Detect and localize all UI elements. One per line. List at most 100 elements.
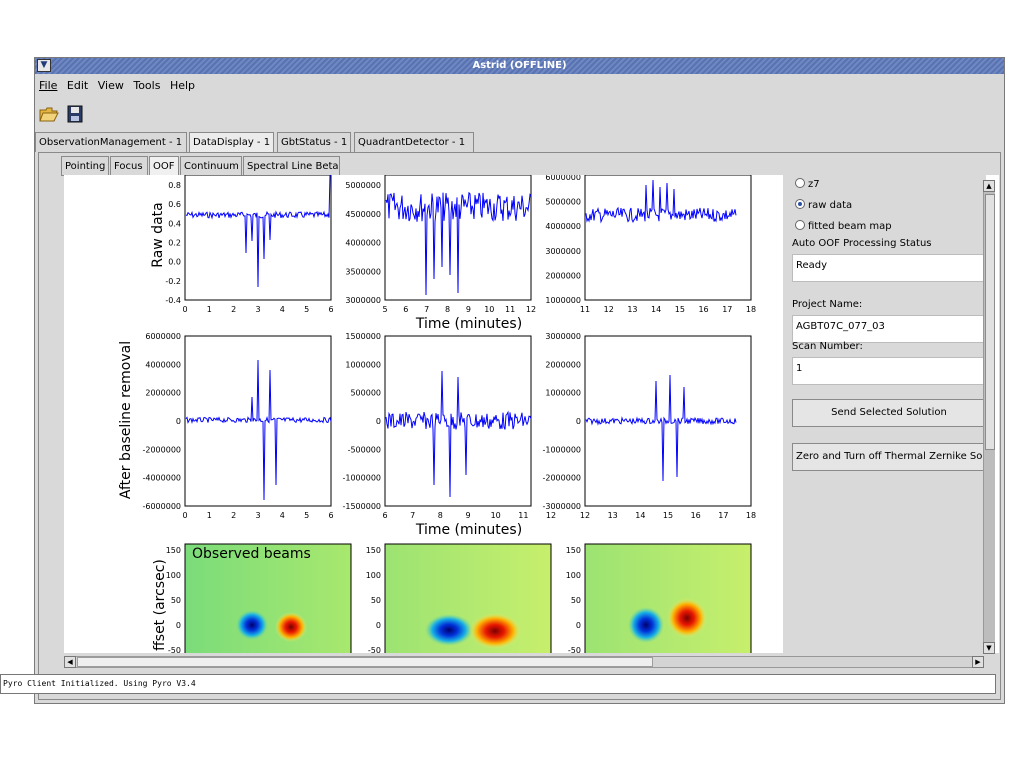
radio-dot[interactable]: [795, 220, 805, 230]
y-tick-label: 50: [571, 596, 581, 605]
y-tick-label: 100: [566, 571, 581, 580]
y-tick-label: 6000000: [545, 175, 581, 182]
y-tick-label: 0: [376, 417, 381, 426]
x-tick-label: 8: [445, 305, 450, 314]
radio-fitted-label: fitted beam map: [808, 221, 892, 232]
vertical-scroll-thumb[interactable]: [985, 194, 995, 450]
tab-pointing[interactable]: Pointing: [61, 156, 109, 176]
radio-dot-selected[interactable]: [795, 199, 805, 209]
y-tick-label: 5000000: [545, 198, 581, 207]
y-tick-label: -50: [368, 646, 381, 653]
radio-dot[interactable]: [795, 178, 805, 188]
send-selected-solution-button[interactable]: Send Selected Solution: [792, 399, 986, 427]
scroll-up-arrow[interactable]: ▲: [983, 180, 995, 192]
x-tick-label: 10: [484, 305, 494, 314]
x-tick-label: 0: [182, 305, 187, 314]
title-bar[interactable]: ▼ Astrid (OFFLINE): [35, 58, 1004, 74]
zero-thermal-zernike-button[interactable]: Zero and Turn off Thermal Zernike So: [792, 443, 986, 471]
x-tick-label: 9: [466, 305, 471, 314]
y-tick-label: -50: [568, 646, 581, 653]
y-tick-label: 3500000: [345, 267, 381, 276]
x-tick-label: 14: [635, 511, 645, 520]
y-tick-label: 50: [171, 596, 181, 605]
y-tick-label: 100: [366, 571, 381, 580]
y-tick-label: 2000000: [545, 360, 581, 369]
x-tick-label: 14: [651, 305, 661, 314]
raw-data-plot-3: [584, 175, 752, 301]
y-tick-label: 1500000: [345, 332, 381, 341]
x-tick-label: 6: [382, 511, 387, 520]
toolbar: [35, 98, 1004, 130]
radio-z7[interactable]: z7: [795, 178, 820, 192]
project-name-field[interactable]: AGBT07C_077_03: [792, 315, 986, 343]
y-tick-label: 1000000: [345, 360, 381, 369]
raw-data-axis-label: Raw data: [150, 202, 166, 267]
x-tick-label: 18: [746, 305, 756, 314]
y-tick-label: -4000000: [142, 474, 181, 483]
scroll-left-arrow[interactable]: ◀: [64, 656, 76, 668]
status-label: Auto OOF Processing Status: [792, 238, 932, 249]
y-tick-label: 3000000: [545, 332, 581, 341]
status-field[interactable]: Ready: [792, 254, 986, 282]
x-tick-label: 5: [304, 511, 309, 520]
tab-quadrant-detector[interactable]: QuadrantDetector - 1: [354, 132, 474, 152]
y-tick-label: 0: [376, 621, 381, 630]
time-axis-label-row2: Time (minutes): [415, 522, 522, 538]
folder-open-icon[interactable]: [39, 105, 59, 123]
x-tick-label: 6: [403, 305, 408, 314]
tab-gbt-status[interactable]: GbtStatus - 1: [277, 132, 351, 152]
x-tick-label: 18: [746, 511, 756, 520]
x-tick-label: 1: [207, 305, 212, 314]
observed-beams-annotation: Observed beams: [192, 546, 311, 562]
y-tick-label: 150: [566, 546, 581, 555]
y-tick-label: 150: [166, 546, 181, 555]
tab-continuum[interactable]: Continuum: [180, 156, 242, 176]
vertical-scrollbar[interactable]: ▲ ▼: [983, 180, 995, 654]
tab-observation-management[interactable]: ObservationManagement - 1: [35, 132, 187, 152]
menu-file[interactable]: File: [39, 76, 57, 96]
radio-raw-data[interactable]: raw data: [795, 199, 852, 213]
radio-fitted-beam-map[interactable]: fitted beam map: [795, 220, 892, 234]
window-menu-button[interactable]: ▼: [37, 59, 51, 72]
scan-number-field[interactable]: 1: [792, 357, 986, 385]
oof-control-panel: z7 raw data fitted beam map Auto OOF Pro…: [783, 175, 986, 653]
x-tick-label: 6: [328, 511, 333, 520]
tab-spectral-line-beta[interactable]: Spectral Line Beta: [243, 156, 340, 176]
menu-tools[interactable]: Tools: [133, 76, 160, 96]
tab-data-display[interactable]: DataDisplay - 1: [189, 132, 274, 152]
y-tick-label: -500000: [348, 445, 381, 454]
menu-help[interactable]: Help: [170, 76, 195, 96]
oof-plots-canvas: Raw data After baseline removal ffset (a…: [118, 175, 756, 653]
y-tick-label: 0.8: [168, 181, 181, 190]
scroll-down-arrow[interactable]: ▼: [983, 642, 995, 654]
y-tick-label: -2000000: [142, 445, 181, 454]
menu-view[interactable]: View: [98, 76, 124, 96]
scroll-right-arrow[interactable]: ▶: [972, 656, 984, 668]
y-tick-label: 3000000: [345, 296, 381, 305]
y-tick-label: 0.6: [168, 200, 181, 209]
y-tick-label: 0: [576, 417, 581, 426]
radio-raw-data-label: raw data: [808, 200, 853, 211]
y-tick-label: 150: [366, 546, 381, 555]
x-tick-label: 7: [410, 511, 415, 520]
y-tick-label: -1500000: [342, 502, 381, 511]
y-tick-label: 4000000: [345, 239, 381, 248]
tab-focus[interactable]: Focus: [110, 156, 148, 176]
menu-edit[interactable]: Edit: [67, 76, 88, 96]
x-tick-label: 11: [505, 305, 515, 314]
horizontal-scrollbar[interactable]: ◀ ▶: [64, 656, 984, 668]
y-tick-label: 0: [176, 621, 181, 630]
x-tick-label: 13: [627, 305, 637, 314]
x-tick-label: 12: [580, 511, 590, 520]
x-tick-label: 6: [328, 305, 333, 314]
y-tick-label: 100: [166, 571, 181, 580]
x-tick-label: 11: [518, 511, 528, 520]
baseline-removed-plot-2: [384, 335, 532, 507]
beam-map-2: [384, 543, 552, 653]
horizontal-scroll-thumb[interactable]: [77, 657, 653, 667]
y-tick-label: 4000000: [145, 360, 181, 369]
tab-oof[interactable]: OOF: [149, 156, 179, 176]
y-tick-label: 0.2: [168, 239, 181, 248]
floppy-disk-icon[interactable]: [65, 105, 85, 123]
y-tick-label: 500000: [350, 389, 381, 398]
